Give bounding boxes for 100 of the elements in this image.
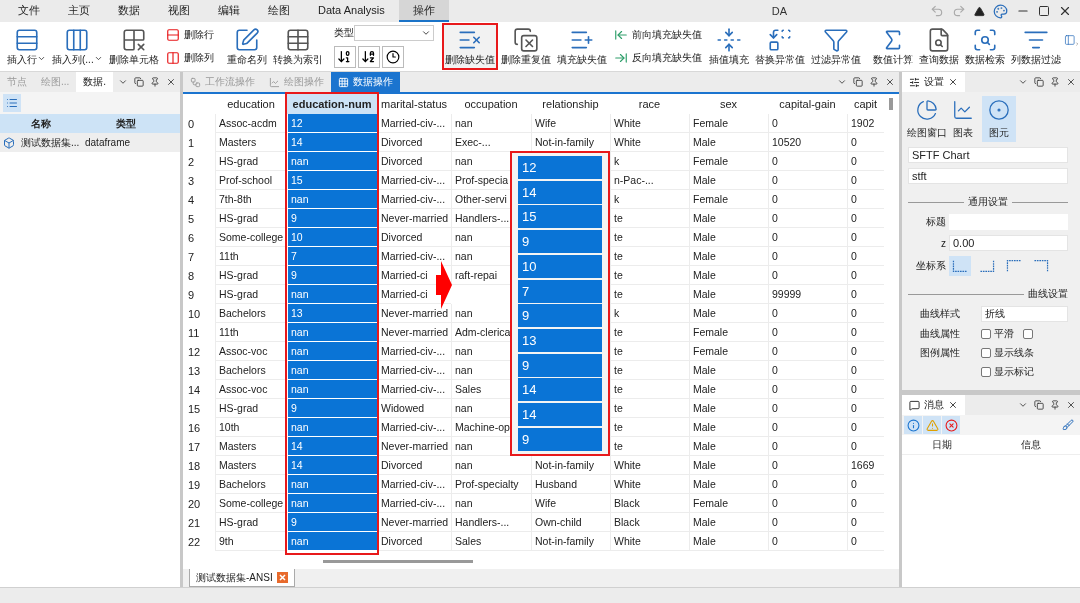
row-index: 13 [187,363,202,379]
ribbon-button[interactable]: 插入列(... [49,23,106,70]
ribbon-button[interactable]: 数值计算 [869,23,916,70]
error-filter-button[interactable] [942,416,960,434]
pin-icon[interactable] [869,77,879,87]
sheet-tab[interactable]: 测试数据集-ANSI [189,569,295,587]
list-view-button[interactable] [3,94,21,112]
table-cell: nan [287,494,377,513]
column-header[interactable]: education-num [287,94,377,114]
menu-tab[interactable]: 操作 [398,0,449,22]
close-icon[interactable] [948,400,958,410]
menu-tab[interactable]: 主页 [54,0,104,22]
menu-tab[interactable]: 编辑 [204,0,254,22]
menu-tab[interactable]: Data Analysis [304,0,399,22]
close-icon[interactable] [1058,4,1072,18]
menu-tab[interactable]: 绘图 [254,0,304,22]
collapse-icon[interactable] [974,5,985,17]
callout-arrow [436,261,452,309]
ribbon-button[interactable]: 重命名列 [223,23,270,70]
table-cell: 0 [847,342,884,361]
brush-icon[interactable] [1062,419,1074,431]
ribbon-button[interactable]: 转换为索引 [269,23,326,70]
ribbon-button[interactable]: 替换异常值 [751,23,808,70]
dataset-row[interactable]: 测试数据集... dataframe [0,133,180,152]
restore-icon[interactable] [1034,400,1044,410]
ribbon-button[interactable]: 删除列 [163,50,216,67]
checkbox[interactable]: 平滑 [981,327,1014,341]
restore-icon[interactable] [853,77,863,87]
style-dropdown[interactable]: 折线 [981,306,1068,322]
sort-time-button[interactable] [381,45,404,68]
table-cell: k [610,304,689,323]
row-index: 8 [187,268,196,284]
table-cell: 9 [287,399,377,418]
text-field[interactable]: SFTF Chart [908,147,1068,163]
ribbon-button[interactable]: 删除缺失值 [441,23,498,70]
ribbon-button[interactable]: 插值填充 [705,23,752,70]
sort-alphabetic-icon [361,49,377,65]
restore-icon[interactable] [1034,77,1044,87]
ribbon-button[interactable]: 删除行 [163,26,216,43]
ribbon-button[interactable]: 反向填充缺失值 [611,50,704,67]
close-icon[interactable] [1066,400,1076,410]
panel-tab[interactable]: 数据. [76,72,114,92]
checkbox[interactable]: 显示线条 [981,346,1034,360]
mode-button[interactable]: 图表 [946,96,980,142]
table-cell: Wife [531,114,610,133]
dropdown-icon[interactable] [837,77,847,87]
table-cell: 0 [768,513,847,532]
table-cell: 0 [768,228,847,247]
close-icon[interactable] [885,77,895,87]
ribbon-button[interactable]: 过滤异常值 [807,23,864,70]
panel-tab[interactable]: 设置 [902,72,965,92]
dataset-type: dataframe [85,137,132,148]
ribbon-button[interactable]: 删除单元格 [105,23,162,70]
close-icon[interactable] [948,77,958,87]
panel-tab[interactable]: 数据操作 [331,72,400,92]
table-cell: te [610,361,689,380]
checkbox[interactable] [1023,329,1033,339]
ribbon-button[interactable]: 删除重复值 [497,23,554,70]
sort-alphabetic-button[interactable] [357,45,380,68]
table-cell: Female [689,152,768,171]
text-field[interactable]: stft [908,168,1068,184]
panel-tab[interactable]: 消息 [902,395,965,415]
mode-button[interactable]: 图元 [982,96,1016,142]
info-filter-button[interactable] [904,416,922,434]
sort-numeric-button[interactable] [333,45,356,68]
pin-icon[interactable] [1050,400,1060,410]
ribbon-button[interactable]: 查询数据 [915,23,962,70]
palette-icon[interactable] [993,3,1008,19]
table-cell: 0 [768,323,847,342]
section-heading: 曲线设置 [1028,287,1068,301]
scrollbar-thumb[interactable] [889,98,893,110]
checkbox[interactable]: 显示标记 [981,365,1034,379]
table-cell: 0 [847,171,884,190]
pin-icon[interactable] [150,77,160,87]
maximize-icon[interactable] [1038,5,1050,17]
axis-button[interactable] [949,256,971,276]
table-cell: 14 [287,456,377,475]
table-cell: 0 [768,114,847,133]
close-icon[interactable] [166,77,176,87]
ribbon-button[interactable]: 插入行 [4,23,49,70]
dropdown-icon[interactable] [1018,77,1028,87]
ribbon-button[interactable]: 填充缺失值 [553,23,610,70]
close-icon[interactable] [1066,77,1076,87]
sort-numeric-icon [337,49,353,65]
table-cell: Male [689,361,768,380]
menu-tab[interactable]: 数据 [104,0,154,22]
pin-icon[interactable] [1050,77,1060,87]
restore-icon[interactable] [134,77,144,87]
menu-tab[interactable]: 视图 [154,0,204,22]
ribbon-button[interactable]: 列数据过滤 [1007,23,1064,70]
scrollbar-thumb[interactable] [323,560,473,563]
dropdown-icon[interactable] [1018,400,1028,410]
ribbon-button[interactable]: 数据检索 [961,23,1008,70]
table-cell: Male [689,437,768,456]
menu-tab[interactable]: 文件 [4,0,54,22]
table-cell: nan [287,380,377,399]
ribbon-button[interactable]: 前向填充缺失值 [611,26,704,43]
table-cell: Masters [215,456,287,475]
z-field[interactable]: 0.00 [949,235,1068,251]
dropdown-icon[interactable] [118,77,128,87]
